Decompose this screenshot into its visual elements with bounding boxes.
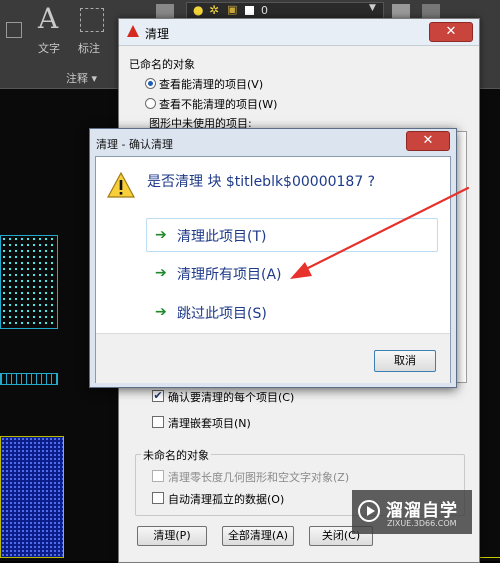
watermark: 溜溜自学 ZIXUE.3D66.COM <box>352 490 472 534</box>
watermark-url: ZIXUE.3D66.COM <box>387 519 457 528</box>
watermark-brand: 溜溜自学 <box>386 501 458 521</box>
play-logo-icon <box>358 500 380 522</box>
annotation-arrow <box>290 186 470 279</box>
